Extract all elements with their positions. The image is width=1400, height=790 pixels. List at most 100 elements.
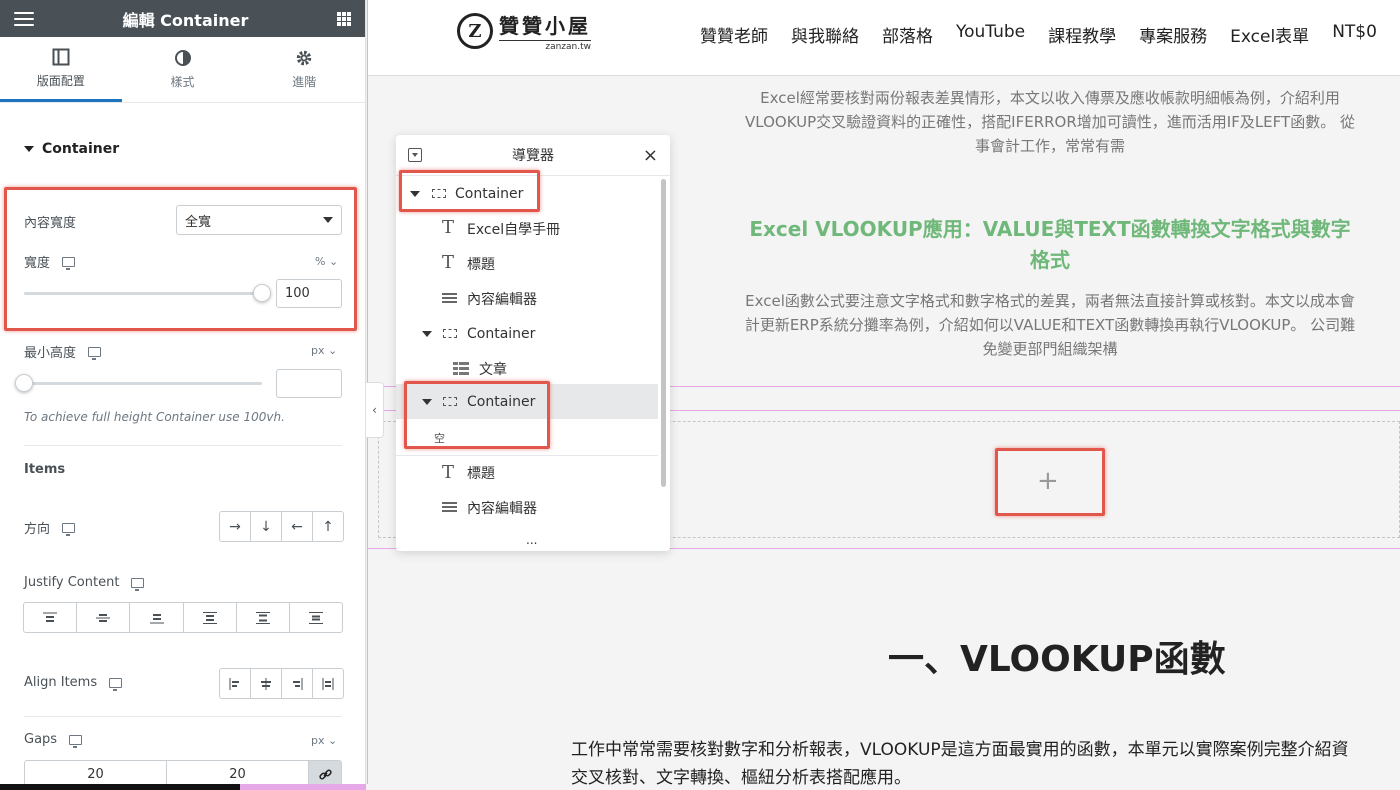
site-nav: 贊贊老師 與我聯絡 部落格 YouTube 課程教學 專案服務 Excel表單 …	[700, 22, 1400, 47]
direction-column-button[interactable]: ↓	[251, 512, 282, 541]
nav-item-contact[interactable]: 與我聯絡	[791, 22, 859, 47]
collapse-panel-button[interactable]: ‹	[366, 382, 384, 438]
min-height-unit: px	[311, 344, 325, 357]
posts-icon	[453, 362, 469, 376]
justify-start-button[interactable]	[24, 603, 77, 632]
add-element-icon[interactable]: +	[1037, 466, 1059, 496]
direction-row-reverse-button[interactable]: ←	[282, 512, 313, 541]
desktop-icon[interactable]	[88, 346, 102, 360]
site-logo[interactable]: Z 贊贊小屋 zanzan.tw	[457, 10, 591, 52]
chevron-left-icon: ‹	[372, 403, 377, 417]
direction-buttons: → ↓ ← ↑	[219, 511, 344, 542]
widgets-grid-icon[interactable]	[336, 11, 351, 26]
direction-column-reverse-button[interactable]: ↑	[313, 512, 343, 541]
justify-end-icon	[149, 613, 164, 623]
tab-advanced[interactable]: 進階	[243, 37, 365, 102]
desktop-icon[interactable]	[62, 522, 76, 536]
nav-item-youtube[interactable]: YouTube	[956, 22, 1025, 47]
width-slider-handle[interactable]	[253, 284, 271, 302]
nav-row-label: 內容編輯器	[467, 291, 537, 308]
desktop-icon[interactable]	[69, 734, 83, 748]
tab-style[interactable]: 樣式	[122, 37, 244, 102]
nav-row-heading[interactable]: T 標題	[396, 246, 658, 281]
text-editor-icon	[442, 293, 457, 303]
post-title-2[interactable]: Excel VLOOKUP應用：VALUE與TEXT函數轉換文字格式與數字格式	[740, 214, 1360, 276]
justify-space-around-button[interactable]	[237, 603, 290, 632]
desktop-icon[interactable]	[62, 256, 76, 270]
panel-title: 編輯 Container	[122, 10, 249, 30]
nav-item-services[interactable]: 專案服務	[1139, 22, 1207, 47]
justify-center-button[interactable]	[77, 603, 130, 632]
width-unit: %	[315, 255, 326, 268]
nav-row-label: 內容編輯器	[467, 500, 537, 517]
nav-item-teacher[interactable]: 贊贊老師	[700, 22, 768, 47]
desktop-icon[interactable]	[109, 677, 123, 691]
content-width-select[interactable]: 全寬	[176, 205, 342, 235]
heading-icon: T	[442, 217, 455, 238]
nav-row-text-editor[interactable]: 內容編輯器	[396, 490, 658, 525]
close-icon[interactable]: ×	[643, 145, 658, 166]
gaps-label-text: Gaps	[24, 732, 58, 747]
post-excerpt-2: Excel函數公式要注意文字格式和數字格式的差異，兩者無法直接計算或核對。本文以…	[744, 292, 1356, 358]
align-label-text: Align Items	[24, 675, 98, 690]
desktop-icon[interactable]	[131, 577, 145, 591]
caret-down-icon	[422, 331, 432, 337]
heading-icon: T	[442, 462, 455, 483]
divider	[24, 716, 342, 717]
tab-style-label: 樣式	[170, 75, 195, 89]
align-end-button[interactable]	[282, 669, 313, 698]
nav-empty-placeholder: 空	[434, 432, 445, 445]
align-center-button[interactable]	[251, 669, 282, 698]
panel-footer-accent	[240, 784, 366, 790]
nav-row-container-selected[interactable]: Container	[396, 384, 658, 419]
container-icon	[443, 397, 457, 406]
section-heading: 一、VLOOKUP函數	[888, 639, 1226, 680]
nav-item-excel-forms[interactable]: Excel表單	[1230, 22, 1309, 47]
content-width-label-text: 內容寬度	[24, 216, 77, 231]
nav-row-posts[interactable]: 文章	[396, 351, 658, 386]
navigator-title: 導覽器	[512, 148, 554, 164]
direction-row-button[interactable]: →	[220, 512, 251, 541]
direction-label: 方向	[24, 518, 76, 537]
nav-row-container[interactable]: Container	[396, 316, 658, 351]
justify-space-between-button[interactable]	[184, 603, 237, 632]
nav-row-heading[interactable]: T Excel自學手冊	[396, 211, 658, 246]
content-width-label: 內容寬度	[24, 212, 76, 231]
align-stretch-button[interactable]	[313, 669, 343, 698]
direction-label-text: 方向	[24, 522, 51, 537]
justify-space-evenly-button[interactable]	[290, 603, 342, 632]
cart-total[interactable]: NT$0	[1332, 22, 1377, 47]
min-height-slider-track[interactable]	[24, 382, 262, 385]
section-toggle-container[interactable]: Container	[24, 141, 119, 157]
nav-row-heading[interactable]: T 標題	[396, 455, 658, 490]
min-height-unit-select[interactable]: px ⌄	[311, 344, 337, 357]
navigator-scrollbar[interactable]	[661, 179, 666, 487]
nav-row-container[interactable]: Container	[396, 176, 658, 211]
caret-down-icon	[24, 146, 34, 152]
nav-item-courses[interactable]: 課程教學	[1048, 22, 1116, 47]
width-input[interactable]: 100	[276, 279, 342, 308]
divider	[24, 445, 342, 446]
align-start-button[interactable]	[220, 669, 251, 698]
align-items-buttons	[219, 668, 344, 699]
nav-row-text-editor[interactable]: 內容編輯器	[396, 281, 658, 316]
navigator-resize-handle[interactable]: ...	[526, 533, 537, 547]
site-header: Z 贊贊小屋 zanzan.tw 贊贊老師 與我聯絡 部落格 YouTube 課…	[367, 0, 1400, 76]
caret-down-icon	[410, 191, 420, 197]
justify-end-button[interactable]	[130, 603, 184, 632]
panel-header: 編輯 Container	[0, 0, 365, 37]
logo-name: 贊贊小屋	[499, 14, 591, 38]
gaps-unit-select[interactable]: px ⌄	[311, 734, 337, 747]
align-stretch-icon	[322, 677, 334, 690]
width-slider-track[interactable]	[24, 292, 262, 295]
menu-icon[interactable]	[14, 11, 34, 26]
min-height-input[interactable]	[276, 369, 342, 398]
collapse-all-icon[interactable]	[408, 148, 422, 162]
nav-row-label: 標題	[467, 256, 495, 273]
justify-space-around-icon	[256, 611, 270, 624]
tab-layout[interactable]: 版面配置	[0, 37, 122, 102]
width-unit-select[interactable]: % ⌄	[315, 255, 338, 268]
logo-domain: zanzan.tw	[499, 40, 591, 52]
nav-item-blog[interactable]: 部落格	[882, 22, 933, 47]
min-height-slider-handle[interactable]	[15, 374, 33, 392]
